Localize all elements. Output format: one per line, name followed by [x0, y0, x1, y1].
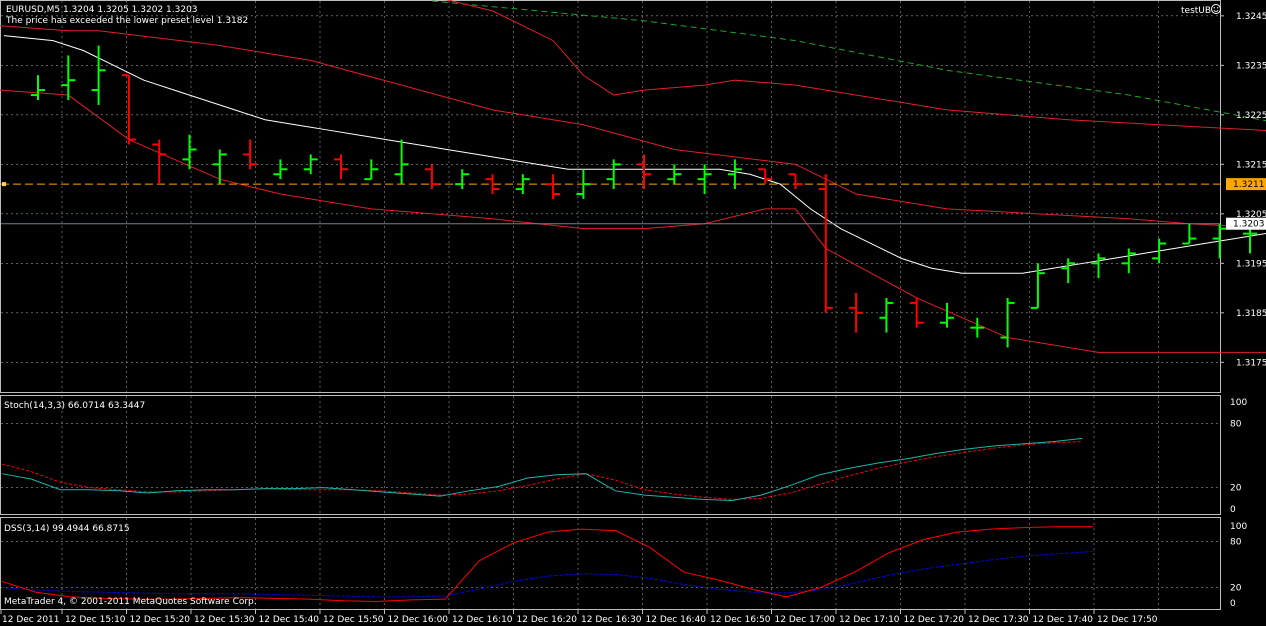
indicator-name: testUB [1181, 6, 1211, 16]
stoch-scale-label: 20 [1230, 484, 1242, 494]
time-tick-label: 12 Dec 17:20 [904, 615, 965, 625]
time-tick-label: 12 Dec 15:30 [194, 615, 255, 625]
dss-scale-label: 80 [1230, 537, 1242, 547]
time-tick-label: 12 Dec 17:00 [775, 615, 836, 625]
time-tick-label: 12 Dec 17:50 [1097, 615, 1158, 625]
bid-price-marker-label: 1.3203 [1233, 220, 1265, 230]
time-tick-label: 12 Dec 17:10 [839, 615, 900, 625]
time-tick-label: 12 Dec 2011 [2, 615, 60, 625]
time-tick-label: 12 Dec 16:20 [517, 615, 578, 625]
stoch-scale-label: 0 [1230, 505, 1236, 515]
time-tick-label: 12 Dec 15:10 [65, 615, 126, 625]
time-tick-label: 12 Dec 16:00 [388, 615, 449, 625]
price-tick-label: 1.3195 [1236, 259, 1266, 269]
price-tick-label: 1.3215 [1236, 160, 1266, 170]
price-tick-label: 1.3235 [1236, 61, 1266, 71]
price-tick-label: 1.3185 [1236, 309, 1266, 319]
time-tick-label: 12 Dec 16:40 [646, 615, 707, 625]
level-anchor-marker [2, 182, 6, 187]
dss-scale-label: 100 [1230, 522, 1247, 532]
time-tick-label: 12 Dec 17:40 [1033, 615, 1094, 625]
stoch-label: Stoch(14,3,3) 66.0714 63.3447 [4, 401, 145, 411]
price-tick-label: 1.3245 [1236, 12, 1266, 22]
price-tick-label: 1.3225 [1236, 111, 1266, 121]
dss-scale-label: 0 [1230, 599, 1236, 609]
price-tick-label: 1.3175 [1236, 358, 1266, 368]
symbol-ohlc-label: EURUSD,M5 1.3204 1.3205 1.3202 1.3203 [6, 5, 198, 15]
level-price-marker-label: 1.3211 [1233, 180, 1265, 190]
time-tick-label: 12 Dec 17:30 [968, 615, 1029, 625]
stoch-scale-label: 80 [1230, 419, 1242, 429]
dss-scale-label: 20 [1230, 584, 1242, 594]
stoch-scale-label: 100 [1230, 398, 1247, 408]
time-tick-label: 12 Dec 15:20 [130, 615, 191, 625]
time-tick-label: 12 Dec 15:40 [259, 615, 320, 625]
alert-message: The price has exceeded the lower preset … [5, 16, 248, 26]
copyright-label: MetaTrader 4, © 2001-2011 MetaQuotes Sof… [4, 597, 257, 607]
time-tick-label: 12 Dec 15:50 [323, 615, 384, 625]
trading-chart[interactable]: 1.32451.32351.32251.32151.32051.31951.31… [0, 0, 1266, 626]
time-tick-label: 12 Dec 16:50 [710, 615, 771, 625]
time-tick-label: 12 Dec 16:10 [452, 615, 513, 625]
time-tick-label: 12 Dec 16:30 [581, 615, 642, 625]
dss-label: DSS(3,14) 99.4944 66.8715 [4, 524, 130, 534]
